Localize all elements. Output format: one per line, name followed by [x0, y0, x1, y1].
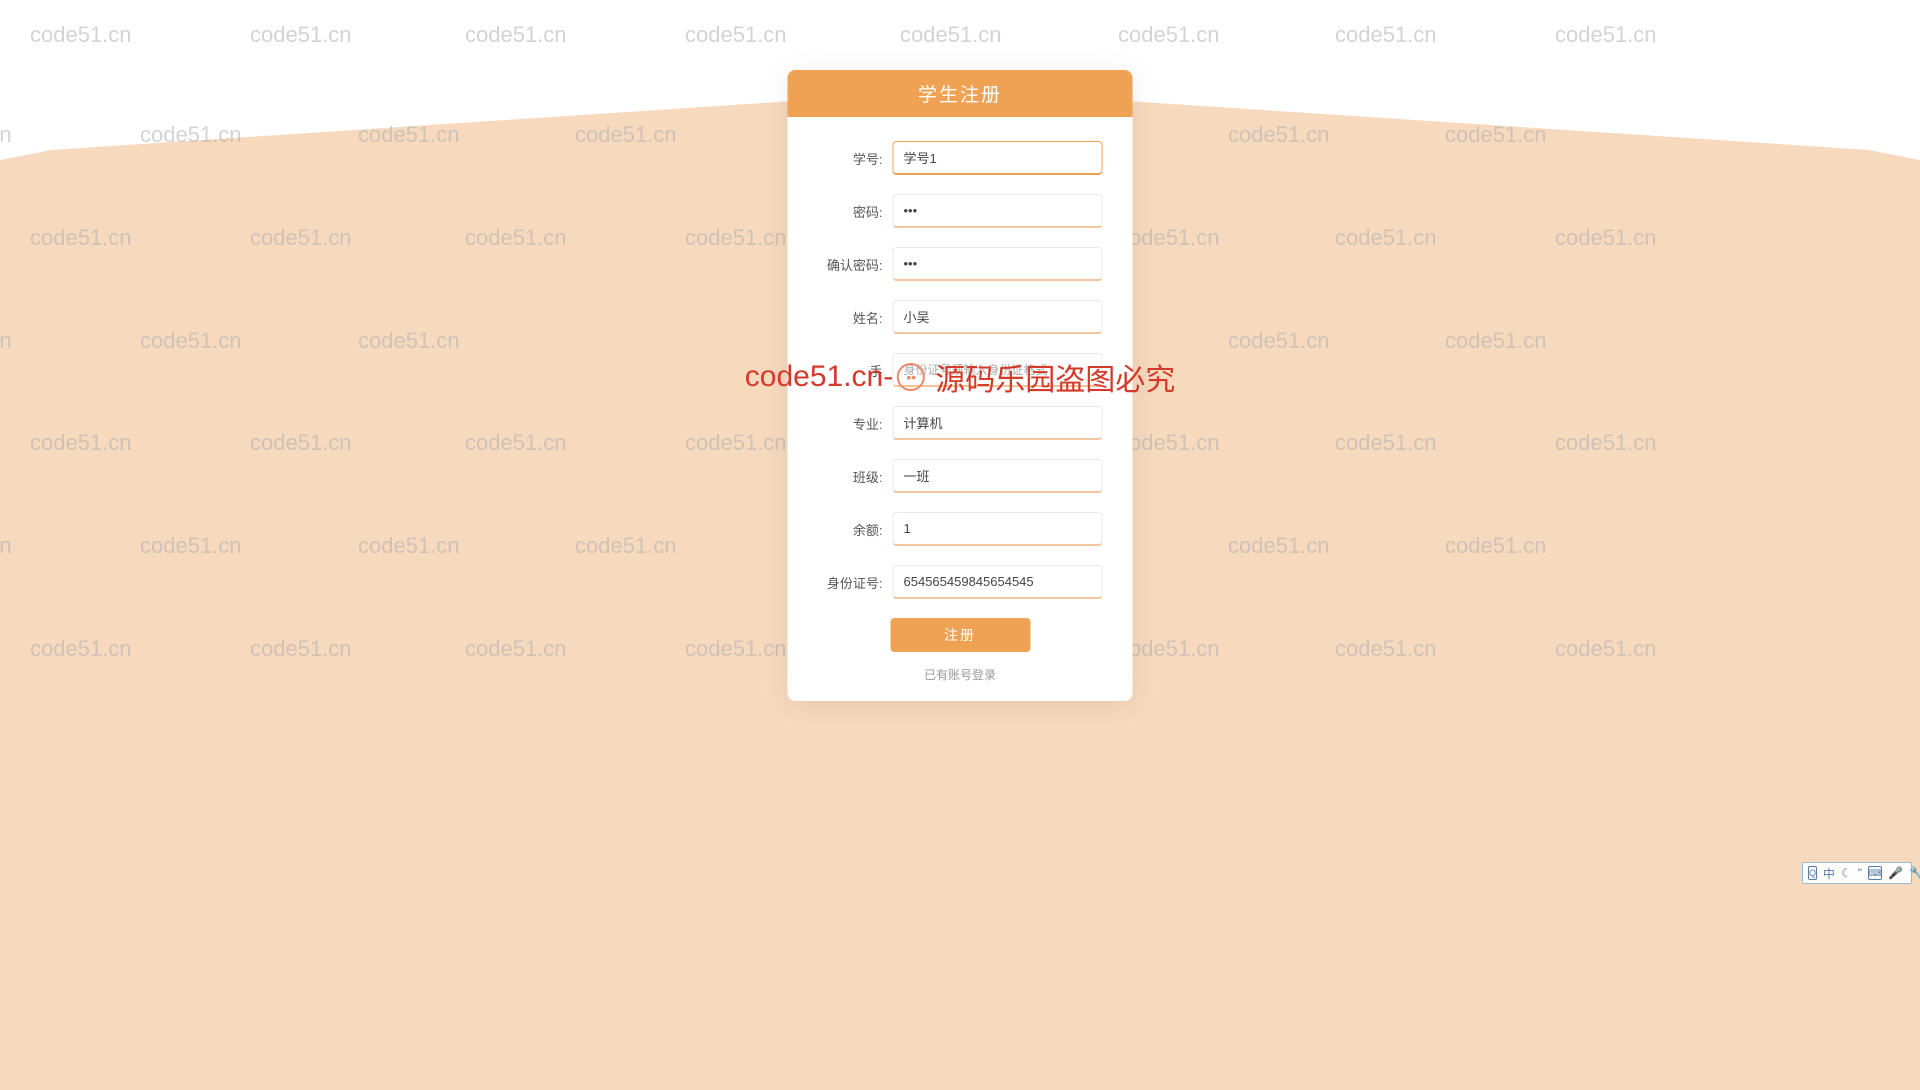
ime-mic-icon[interactable]: 🎤: [1888, 866, 1903, 880]
input-name[interactable]: [893, 300, 1103, 334]
field-class: 班级:: [818, 459, 1103, 493]
input-phone[interactable]: [893, 353, 1103, 387]
card-title: 学生注册: [788, 70, 1133, 117]
input-confirm-password[interactable]: [893, 247, 1103, 281]
watermark-text: code51.cn: [1335, 22, 1437, 48]
watermark-text: code51.cn: [465, 22, 567, 48]
watermark-text: code51.cn: [685, 22, 787, 48]
ime-moon-icon[interactable]: ☾: [1841, 866, 1852, 880]
watermark-text: code51.cn: [30, 22, 132, 48]
label-password: 密码:: [818, 202, 893, 221]
label-student-id: 学号:: [818, 149, 893, 168]
register-button[interactable]: 注册: [890, 618, 1030, 652]
watermark-text: code51.cn: [1555, 22, 1657, 48]
field-name: 姓名:: [818, 300, 1103, 334]
field-balance: 余额:: [818, 512, 1103, 546]
register-card: 学生注册 学号: 密码: 确认密码: 姓名: 手 专业: 班级:: [788, 70, 1133, 701]
label-balance: 余额:: [818, 520, 893, 539]
input-class[interactable]: [893, 459, 1103, 493]
watermark-text: code51.cn: [250, 22, 352, 48]
input-id-number[interactable]: [893, 565, 1103, 599]
label-confirm-password: 确认密码:: [818, 255, 893, 274]
label-class: 班级:: [818, 467, 893, 486]
input-major[interactable]: [893, 406, 1103, 440]
watermark-text: 1.cn: [0, 122, 12, 148]
ime-lang[interactable]: 中: [1823, 865, 1835, 882]
ime-comma-icon[interactable]: ": [1858, 866, 1862, 880]
watermark-text: code51.cn: [900, 22, 1002, 48]
field-major: 专业:: [818, 406, 1103, 440]
input-balance[interactable]: [893, 512, 1103, 546]
input-password[interactable]: [893, 194, 1103, 228]
label-id-number: 身份证号:: [818, 573, 893, 592]
field-confirm-password: 确认密码:: [818, 247, 1103, 281]
field-phone: 手: [818, 353, 1103, 387]
label-phone: 手: [818, 361, 893, 380]
login-link[interactable]: 已有账号登录: [818, 666, 1103, 683]
ime-keyboard-icon[interactable]: ⌨: [1868, 866, 1882, 880]
ime-settings-icon[interactable]: 🔧: [1909, 866, 1920, 880]
input-student-id[interactable]: [893, 141, 1103, 175]
label-name: 姓名:: [818, 308, 893, 327]
field-id-number: 身份证号:: [818, 565, 1103, 599]
label-major: 专业:: [818, 414, 893, 433]
ime-logo-icon: Q: [1808, 866, 1817, 880]
ime-toolbar[interactable]: Q 中 ☾ " ⌨ 🎤 🔧: [1802, 862, 1912, 884]
field-student-id: 学号:: [818, 141, 1103, 175]
watermark-text: code51.cn: [1118, 22, 1220, 48]
field-password: 密码:: [818, 194, 1103, 228]
card-body: 学号: 密码: 确认密码: 姓名: 手 专业: 班级: 余额:: [788, 117, 1133, 701]
